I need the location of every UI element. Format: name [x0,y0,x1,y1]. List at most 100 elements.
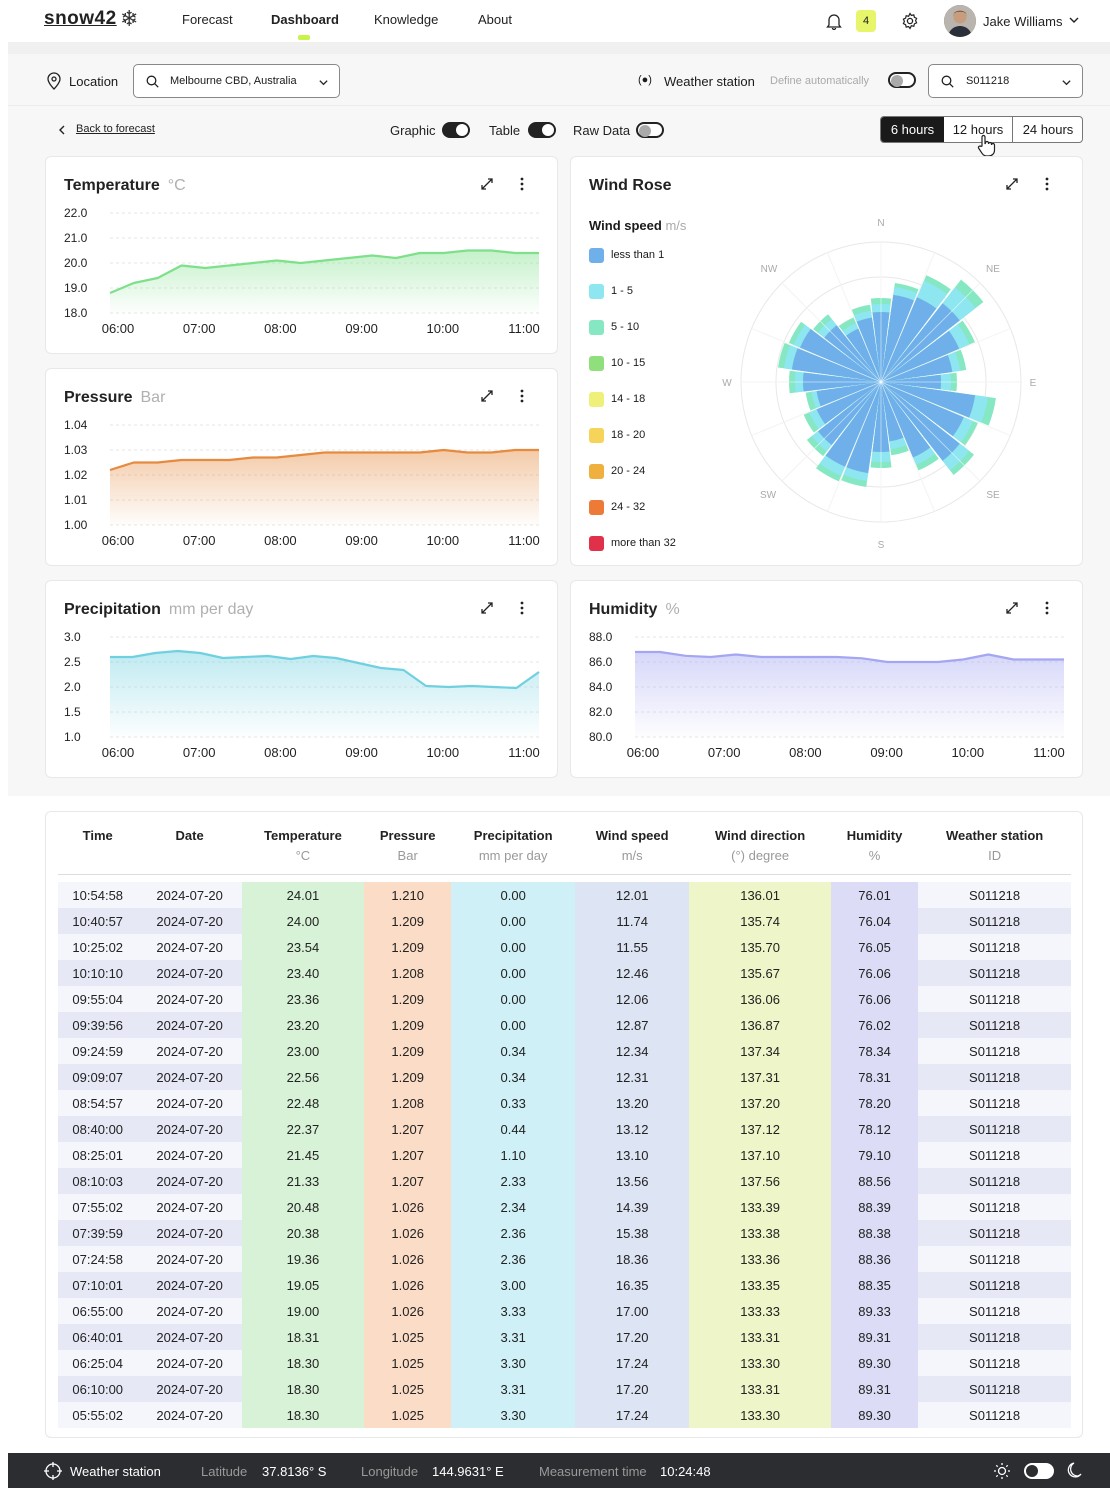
table-cell: 1.209 [363,908,452,934]
back-to-forecast-link[interactable]: Back to forecast [76,123,155,135]
table-cell: 13.20 [574,1090,690,1116]
table-cell: 137.56 [689,1168,831,1194]
range-24-hours[interactable]: 24 hours [1013,117,1082,142]
table-row[interactable]: 09:24:59 2024-07-20 23.00 1.209 0.34 12.34 137… [58,1038,1071,1064]
bell-icon[interactable] [826,12,842,30]
avatar[interactable] [944,5,976,37]
table-row[interactable]: 10:25:02 2024-07-20 23.54 1.209 0.00 11.55 135… [58,934,1071,960]
legend-swatch [589,248,604,263]
graphic-toggle[interactable] [442,122,470,138]
more-vertical-icon[interactable] [519,389,525,403]
chevron-down-icon[interactable] [1068,14,1080,26]
column-header[interactable]: Wind speed m/s [574,822,690,875]
expand-icon[interactable] [1005,177,1019,191]
nav-dashboard[interactable]: Dashboard [271,12,339,27]
table-row[interactable]: 06:40:01 2024-07-20 18.31 1.025 3.31 17.20 133… [58,1324,1071,1350]
table-row[interactable]: 07:55:02 2024-07-20 20.48 1.026 2.34 14.39 133… [58,1194,1071,1220]
expand-icon[interactable] [480,601,494,615]
expand-icon[interactable] [480,177,494,191]
column-header[interactable]: Precipitation mm per day [451,822,575,875]
more-vertical-icon[interactable] [519,601,525,615]
nav-knowledge[interactable]: Knowledge [374,12,438,27]
legend-label: 5 - 10 [611,321,640,333]
column-header[interactable]: Temperature °C [241,822,364,875]
table-row[interactable]: 09:09:07 2024-07-20 22.56 1.209 0.34 12.31 137… [58,1064,1071,1090]
table-cell: 136.01 [689,882,831,908]
moon-icon[interactable] [1066,1462,1082,1480]
expand-icon[interactable] [480,389,494,403]
table-row[interactable]: 07:24:58 2024-07-20 19.36 1.026 2.36 18.36 133… [58,1246,1071,1272]
table-cell: 89.30 [830,1350,919,1376]
table-row[interactable]: 06:55:00 2024-07-20 19.00 1.026 3.33 17.00 133… [58,1298,1071,1324]
raw-data-toggle[interactable] [636,122,664,138]
legend-label: more than 32 [611,537,676,549]
range-6-hours[interactable]: 6 hours [881,117,944,142]
nav-about[interactable]: About [478,12,512,27]
more-vertical-icon[interactable] [519,177,525,191]
column-header[interactable]: Weather station ID [918,822,1071,875]
table-cell: 2024-07-20 [137,960,242,986]
table-row[interactable]: 08:40:00 2024-07-20 22.37 1.207 0.44 13.12 137… [58,1116,1071,1142]
column-header[interactable]: Wind direction (°) degree [689,822,831,875]
column-header[interactable]: Date [137,822,242,875]
gear-icon[interactable] [901,12,919,30]
location-select[interactable]: Melbourne CBD, Australia [133,64,340,98]
table-cell: 10:54:58 [58,882,138,908]
table-cell: 09:39:56 [58,1012,138,1038]
column-header[interactable]: Time [58,822,138,875]
measurement-time-label: Measurement time [539,1464,647,1479]
logo[interactable]: snow42 [44,8,117,30]
table-row[interactable]: 10:40:57 2024-07-20 24.00 1.209 0.00 11.74 135… [58,908,1071,934]
nav-forecast[interactable]: Forecast [182,12,233,27]
y-tick-label: 88.0 [589,630,613,644]
table-cell: 3.30 [451,1402,575,1428]
table-cell: 13.12 [574,1116,690,1142]
expand-icon[interactable] [1005,601,1019,615]
table-cell: 2024-07-20 [137,1272,242,1298]
theme-toggle[interactable] [1024,1463,1054,1479]
table-cell: 17.00 [574,1298,690,1324]
table-cell: 18.36 [574,1246,690,1272]
x-tick-label: 06:00 [627,745,660,760]
table-toggle[interactable] [528,122,556,138]
more-vertical-icon[interactable] [1044,177,1050,191]
table-cell: S011218 [918,1142,1071,1168]
table-row[interactable]: 05:55:02 2024-07-20 18.30 1.025 3.30 17.24 133… [58,1402,1071,1428]
table-cell: 2024-07-20 [137,1220,242,1246]
graphic-label: Graphic [390,123,436,138]
y-tick-label: 2.5 [64,655,81,669]
sun-icon[interactable] [993,1462,1011,1480]
table-cell: 12.31 [574,1064,690,1090]
table-cell: 2024-07-20 [137,1402,242,1428]
wind-rose-chart: N NE E SE S SW W NW [722,218,1036,551]
table-cell: 11.55 [574,934,690,960]
column-header[interactable]: Humidity% [830,822,919,875]
station-select[interactable]: S011218 [928,64,1083,98]
table-row[interactable]: 06:25:04 2024-07-20 18.30 1.025 3.30 17.24 133… [58,1350,1071,1376]
table-row[interactable]: 06:10:00 2024-07-20 18.30 1.025 3.31 17.20 133… [58,1376,1071,1402]
table-row[interactable]: 07:10:01 2024-07-20 19.05 1.026 3.00 16.35 133… [58,1272,1071,1298]
table-cell: 0.00 [451,908,575,934]
temperature-card: Temperature °C 22.0 21.0 20.0 19.0 18.0 06:00 0… [45,156,558,354]
table-row[interactable]: 09:39:56 2024-07-20 23.20 1.209 0.00 12.87 136… [58,1012,1071,1038]
more-vertical-icon[interactable] [1044,601,1050,615]
table-row[interactable]: 10:54:58 2024-07-20 24.01 1.210 0.00 12.01 136… [58,882,1071,908]
table-row[interactable]: 07:39:59 2024-07-20 20.38 1.026 2.36 15.38 133… [58,1220,1071,1246]
table-cell: 22.48 [241,1090,364,1116]
table-cell: 06:10:00 [58,1376,138,1402]
table-cell: 08:25:01 [58,1142,138,1168]
table-row[interactable]: 09:55:04 2024-07-20 23.36 1.209 0.00 12.06 136… [58,986,1071,1012]
x-tick-label: 06:00 [102,533,135,548]
auto-station-toggle[interactable] [888,72,916,88]
table-row[interactable]: 08:54:57 2024-07-20 22.48 1.208 0.33 13.20 137… [58,1090,1071,1116]
table-row[interactable]: 08:25:01 2024-07-20 21.45 1.207 1.10 13.10 137… [58,1142,1071,1168]
table-cell: S011218 [918,1116,1071,1142]
x-tick-label: 11:00 [508,321,540,336]
user-name[interactable]: Jake Williams [983,14,1062,29]
column-header[interactable]: Pressure Bar [363,822,452,875]
y-tick-label: 19.0 [64,281,88,295]
table-cell: 2024-07-20 [137,1090,242,1116]
table-row[interactable]: 08:10:03 2024-07-20 21.33 1.207 2.33 13.56 137… [58,1168,1071,1194]
table-row[interactable]: 10:10:10 2024-07-20 23.40 1.208 0.00 12.46 135… [58,960,1071,986]
table-cell: 0.00 [451,960,575,986]
